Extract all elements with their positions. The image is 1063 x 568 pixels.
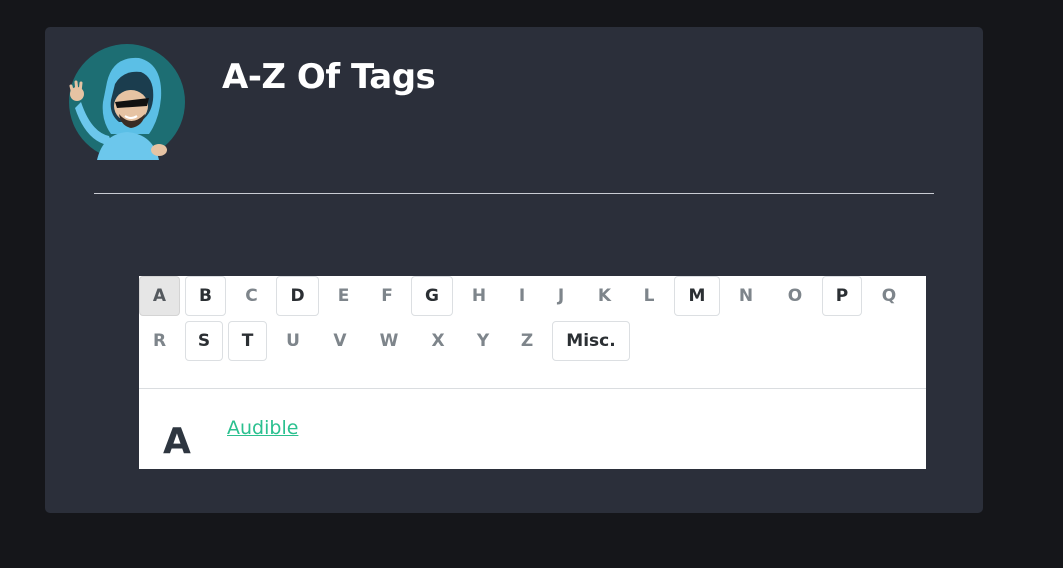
header-divider <box>94 193 934 194</box>
letter-u-button[interactable]: U <box>272 321 314 361</box>
letter-z-button[interactable]: Z <box>507 321 547 361</box>
letter-d-button[interactable]: D <box>276 276 319 316</box>
letter-h-button[interactable]: H <box>458 276 500 316</box>
letter-y-button[interactable]: Y <box>463 321 503 361</box>
panel-divider <box>139 388 926 389</box>
tags-card: A-Z Of Tags A B C D E F G H I J K L M N … <box>45 27 983 513</box>
letter-r-button[interactable]: R <box>139 321 180 361</box>
letter-misc-button[interactable]: Misc. <box>552 321 630 361</box>
letter-o-button[interactable]: O <box>773 276 817 316</box>
letter-a-button[interactable]: A <box>139 276 180 316</box>
letter-e-button[interactable]: E <box>323 276 364 316</box>
letter-w-button[interactable]: W <box>365 321 413 361</box>
letter-c-button[interactable]: C <box>231 276 272 316</box>
letter-t-button[interactable]: T <box>228 321 267 361</box>
letter-i-button[interactable]: I <box>505 276 539 316</box>
letter-nav: A B C D E F G H I J K L M N O P Q R S T … <box>139 276 926 388</box>
letter-x-button[interactable]: X <box>417 321 459 361</box>
letter-m-button[interactable]: M <box>674 276 720 316</box>
az-tags-panel: A B C D E F G H I J K L M N O P Q R S T … <box>139 276 926 469</box>
letter-s-button[interactable]: S <box>185 321 223 361</box>
letter-f-button[interactable]: F <box>367 276 407 316</box>
letter-j-button[interactable]: J <box>543 276 579 316</box>
section-heading-a: A <box>163 421 191 462</box>
letter-l-button[interactable]: L <box>629 276 669 316</box>
letter-k-button[interactable]: K <box>584 276 625 316</box>
letter-q-button[interactable]: Q <box>867 276 911 316</box>
page-title: A-Z Of Tags <box>222 57 436 97</box>
hooded-hacker-avatar-icon <box>69 44 185 160</box>
letter-b-button[interactable]: B <box>185 276 226 316</box>
letter-g-button[interactable]: G <box>411 276 453 316</box>
letter-p-button[interactable]: P <box>822 276 862 316</box>
letter-n-button[interactable]: N <box>725 276 767 316</box>
letter-v-button[interactable]: V <box>319 321 361 361</box>
tag-link-audible[interactable]: Audible <box>227 417 298 439</box>
